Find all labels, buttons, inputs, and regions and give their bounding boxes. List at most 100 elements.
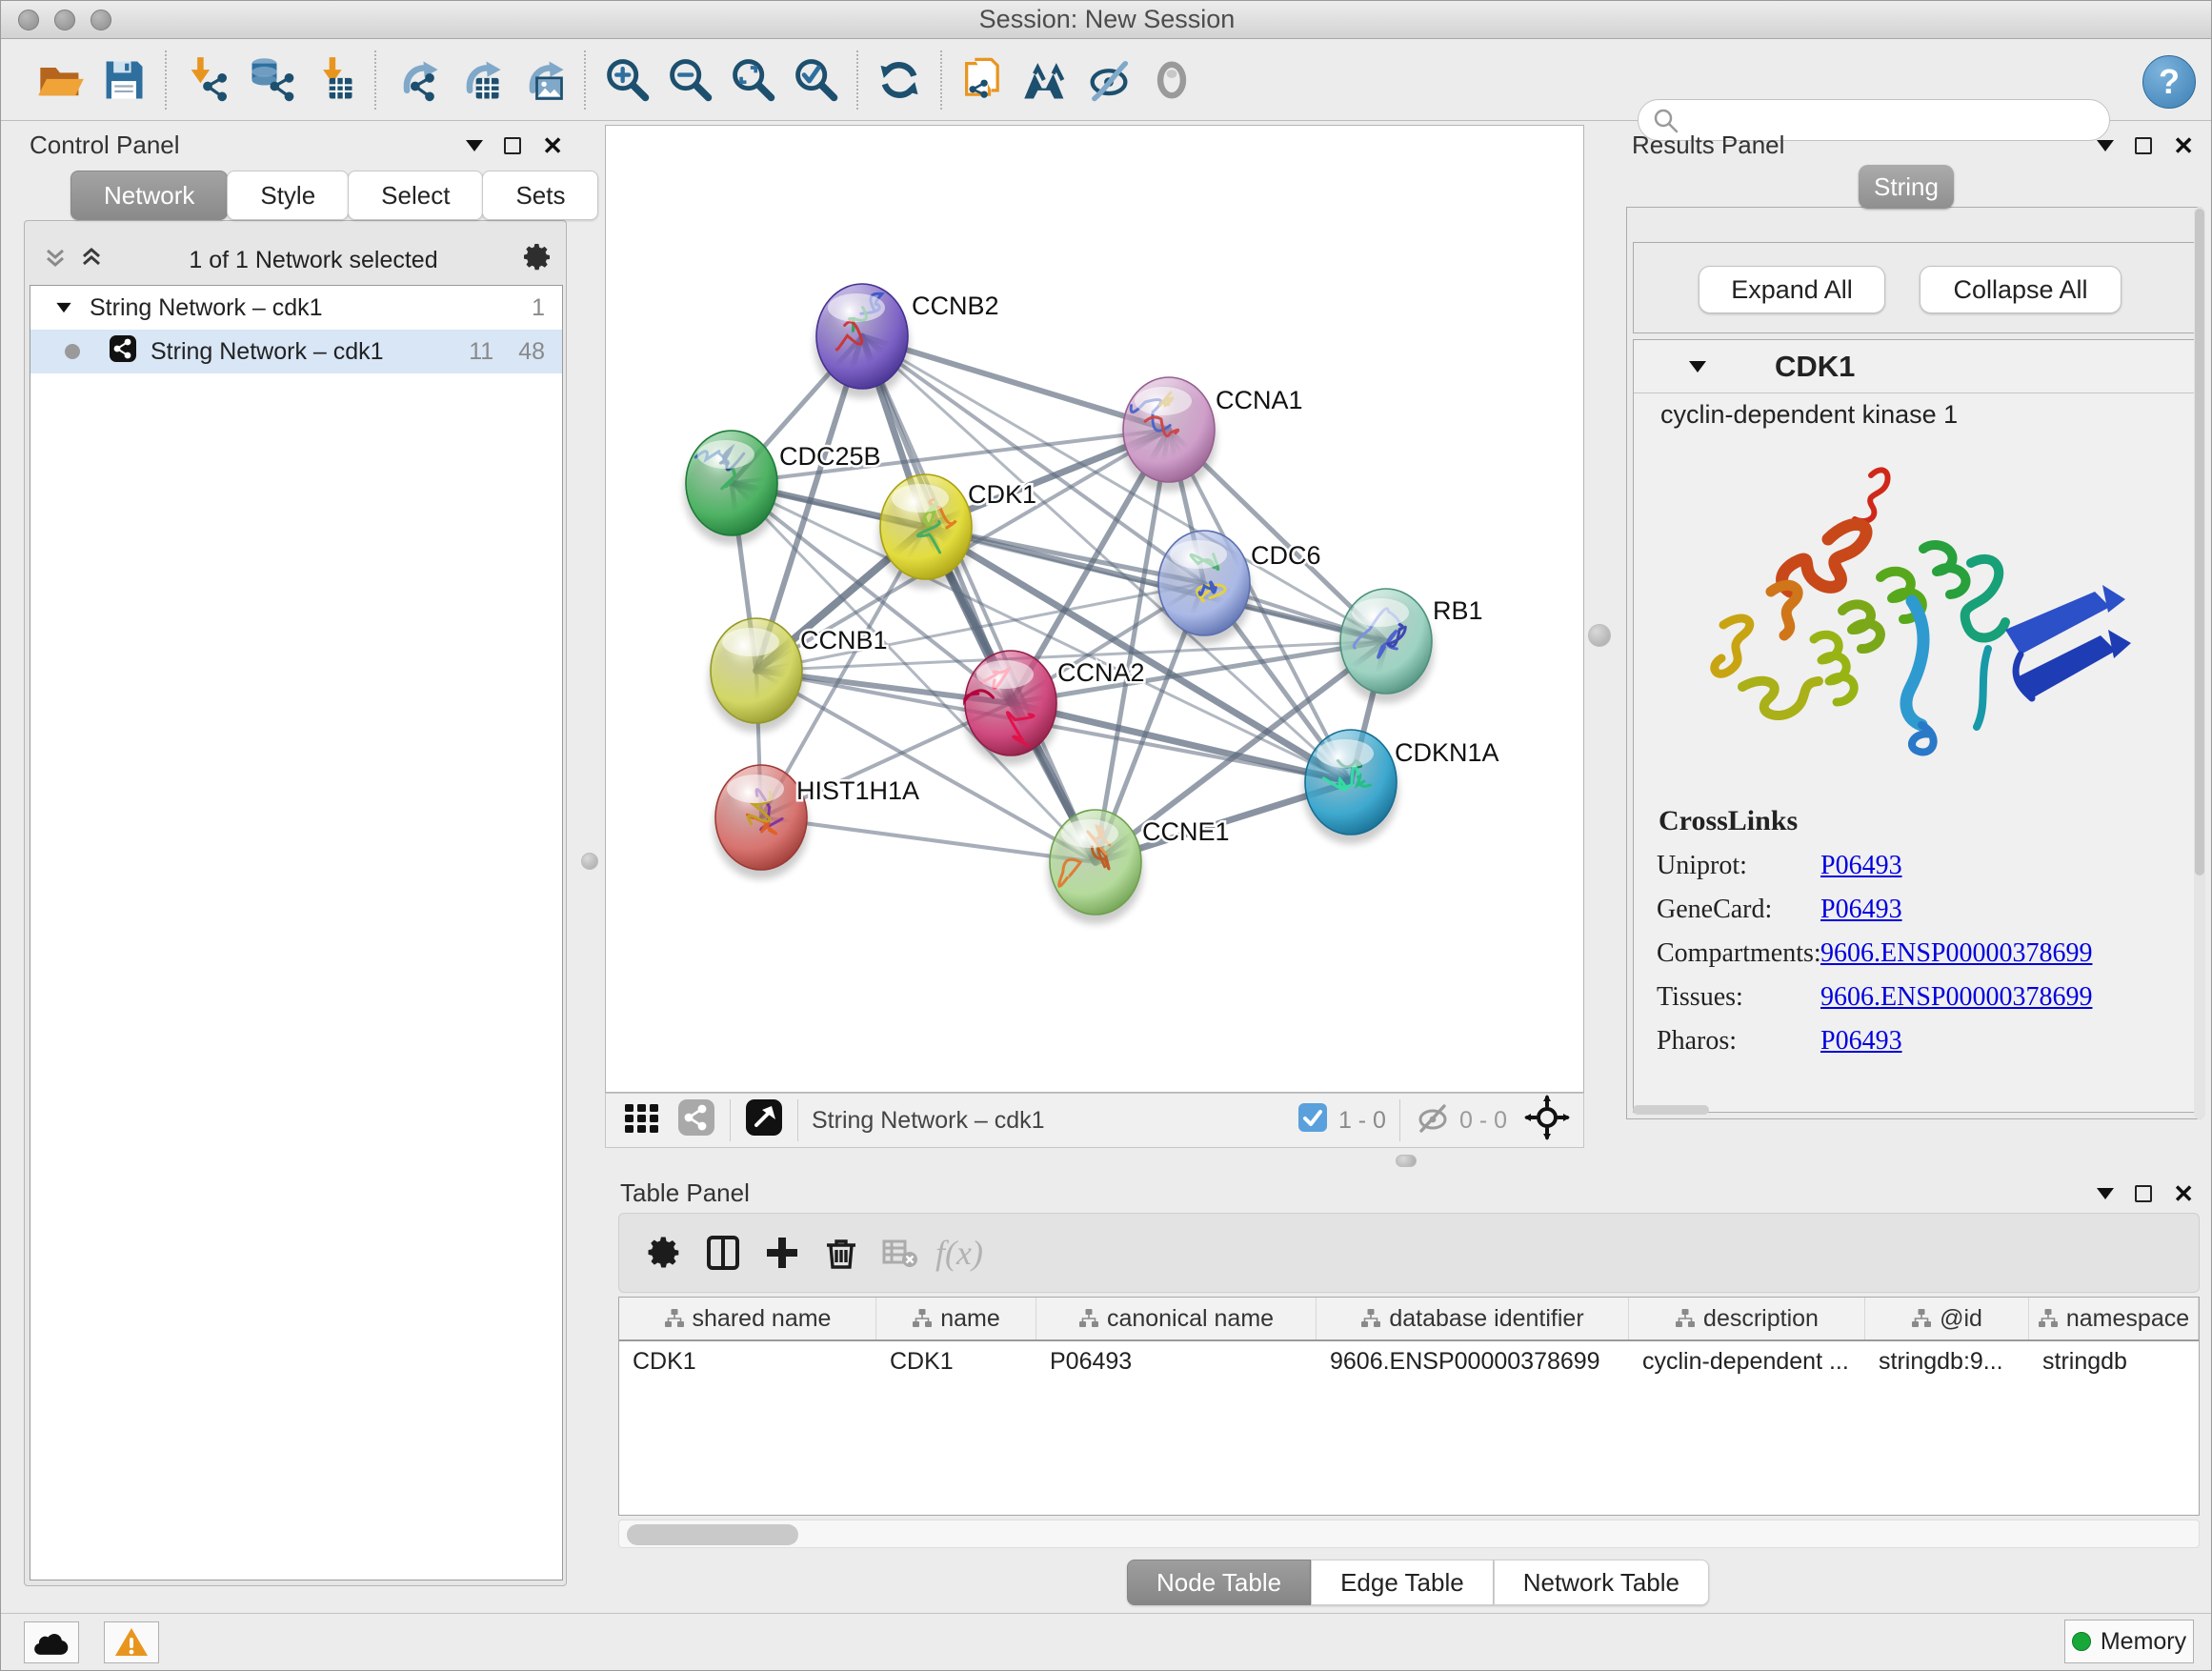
expand-all-button[interactable]: Expand All xyxy=(1699,266,1885,313)
results-hscrollbar[interactable] xyxy=(1633,1105,1709,1115)
import-network-icon[interactable] xyxy=(180,52,235,108)
table-float-icon[interactable] xyxy=(2135,1185,2152,1202)
duplicate-network-icon[interactable] xyxy=(955,52,1011,108)
crosslink-value-link[interactable]: 9606.ENSP00000378699 xyxy=(1820,982,2092,1013)
tab-select[interactable]: Select xyxy=(348,171,483,220)
table-cell[interactable]: stringdb xyxy=(2029,1341,2199,1381)
table-cell[interactable]: P06493 xyxy=(1036,1341,1317,1381)
column-header-database-identifier[interactable]: database identifier xyxy=(1317,1298,1629,1339)
protein-name: CDK1 xyxy=(1775,350,1855,384)
right-splitter-grip[interactable] xyxy=(1588,624,1611,647)
table-close-icon[interactable]: ✕ xyxy=(2173,1181,2194,1206)
column-header-namespace[interactable]: namespace xyxy=(2029,1298,2199,1339)
zoom-fit-icon[interactable] xyxy=(725,52,780,108)
export-table-icon[interactable] xyxy=(452,52,508,108)
table-hscrollbar[interactable] xyxy=(618,1520,2200,1548)
minimize-window-button[interactable] xyxy=(54,10,75,30)
column-header-shared-name[interactable]: shared name xyxy=(619,1298,876,1339)
memory-button[interactable]: Memory xyxy=(2064,1620,2194,1663)
protein-expander-icon[interactable] xyxy=(1689,361,1706,372)
table-panel: Table Panel ✕ f(x) xyxy=(605,1175,2205,1588)
network-row[interactable]: String Network – cdk1 11 48 xyxy=(30,330,562,373)
cloud-button[interactable] xyxy=(24,1621,79,1663)
crosslink-row: Tissues:9606.ENSP00000378699 xyxy=(1634,982,2194,1013)
toolbar-separator xyxy=(374,50,376,110)
export-image-icon[interactable] xyxy=(515,52,571,108)
refresh-layout-icon[interactable] xyxy=(872,52,927,108)
save-session-icon[interactable] xyxy=(96,52,151,108)
zoom-out-icon[interactable] xyxy=(662,52,717,108)
help-button[interactable]: ? xyxy=(2142,55,2196,109)
results-vscrollbar[interactable] xyxy=(2194,207,2205,1119)
results-close-icon[interactable]: ✕ xyxy=(2173,133,2194,158)
table-cell[interactable]: CDK1 xyxy=(876,1341,1036,1381)
table-cell[interactable]: cyclin-dependent ... xyxy=(1629,1341,1865,1381)
network-collection-row[interactable]: String Network – cdk1 1 xyxy=(30,286,562,330)
show-all-icon[interactable] xyxy=(1144,52,1199,108)
tab-string[interactable]: String xyxy=(1859,165,1954,209)
network-options-gear-icon[interactable] xyxy=(521,241,553,280)
left-splitter-grip[interactable] xyxy=(581,853,598,870)
close-window-button[interactable] xyxy=(18,10,39,30)
network-canvas[interactable]: CCNB2CCNA1CDC25BCDK1CDC6RB1CCNB1CCNA2CDK… xyxy=(605,125,1584,1093)
table-settings-gear-icon[interactable] xyxy=(634,1223,694,1282)
protein-description: cyclin-dependent kinase 1 xyxy=(1634,393,2194,435)
zoom-in-icon[interactable] xyxy=(599,52,654,108)
first-neighbors-icon[interactable] xyxy=(1018,52,1074,108)
expand-all-networks-icon[interactable] xyxy=(77,243,106,278)
crosslink-value-link[interactable]: P06493 xyxy=(1820,1026,1902,1057)
results-menu-icon[interactable] xyxy=(2097,140,2114,151)
birdseye-crosshair-icon[interactable] xyxy=(1524,1095,1570,1147)
node-label: RB1 xyxy=(1433,596,1483,625)
selected-counts: 1 - 0 xyxy=(1338,1107,1386,1135)
hidden-eye-icon[interactable] xyxy=(1414,1098,1452,1143)
collection-expander-icon[interactable] xyxy=(56,303,70,312)
show-columns-icon[interactable] xyxy=(694,1223,753,1282)
collapse-all-networks-icon[interactable] xyxy=(41,243,70,278)
table-menu-icon[interactable] xyxy=(2097,1188,2114,1199)
column-header--id[interactable]: @id xyxy=(1865,1298,2029,1339)
crosslink-value-link[interactable]: P06493 xyxy=(1820,895,1902,925)
table-cell[interactable]: stringdb:9... xyxy=(1865,1341,2029,1381)
protein-structure-image xyxy=(1634,449,2194,782)
node-label: CCNE1 xyxy=(1142,817,1230,846)
bottom-splitter-grip[interactable] xyxy=(1396,1155,1417,1167)
column-header-name[interactable]: name xyxy=(876,1298,1036,1339)
table-row[interactable]: CDK1CDK1P064939606.ENSP00000378699cyclin… xyxy=(619,1341,2199,1381)
column-header-canonical-name[interactable]: canonical name xyxy=(1036,1298,1317,1339)
panel-float-icon[interactable] xyxy=(504,137,521,154)
import-database-icon[interactable] xyxy=(243,52,298,108)
delete-column-icon[interactable] xyxy=(812,1223,871,1282)
add-column-icon[interactable] xyxy=(753,1223,812,1282)
column-header-description[interactable]: description xyxy=(1629,1298,1865,1339)
node-label: HIST1H1A xyxy=(796,776,919,805)
hide-selected-icon[interactable] xyxy=(1081,52,1136,108)
tab-edge-table[interactable]: Edge Table xyxy=(1311,1560,1494,1605)
collapse-all-button[interactable]: Collapse All xyxy=(1920,266,2122,313)
tab-network[interactable]: Network xyxy=(70,171,228,220)
selected-checkbox-icon[interactable] xyxy=(1297,1101,1329,1140)
zoom-window-button[interactable] xyxy=(90,10,111,30)
panel-close-icon[interactable]: ✕ xyxy=(542,133,563,158)
tab-node-table[interactable]: Node Table xyxy=(1127,1560,1311,1605)
tab-network-table[interactable]: Network Table xyxy=(1494,1560,1709,1605)
crosslink-value-link[interactable]: P06493 xyxy=(1820,851,1902,881)
open-in-browser-icon[interactable] xyxy=(744,1097,784,1144)
network-view-toolbar: String Network – cdk1 1 - 0 0 - 0 xyxy=(605,1093,1584,1148)
open-folder-icon[interactable] xyxy=(33,52,89,108)
panel-menu-icon[interactable] xyxy=(466,140,483,151)
table-cell[interactable]: 9606.ENSP00000378699 xyxy=(1317,1341,1629,1381)
crosslink-value-link[interactable]: 9606.ENSP00000378699 xyxy=(1820,938,2092,969)
table-cell[interactable]: CDK1 xyxy=(619,1341,876,1381)
hidden-counts: 0 - 0 xyxy=(1459,1107,1507,1135)
tab-sets[interactable]: Sets xyxy=(482,171,598,220)
import-table-icon[interactable] xyxy=(306,52,361,108)
tab-style[interactable]: Style xyxy=(227,171,349,220)
export-network-icon[interactable] xyxy=(390,52,445,108)
warnings-button[interactable] xyxy=(104,1621,159,1663)
cytoscape-window: Session: New Session ? Control Panel ✕ N… xyxy=(0,0,2212,1671)
zoom-selected-icon[interactable] xyxy=(788,52,843,108)
results-float-icon[interactable] xyxy=(2135,137,2152,154)
share-view-icon[interactable] xyxy=(676,1097,716,1144)
grid-view-icon[interactable] xyxy=(621,1097,663,1145)
